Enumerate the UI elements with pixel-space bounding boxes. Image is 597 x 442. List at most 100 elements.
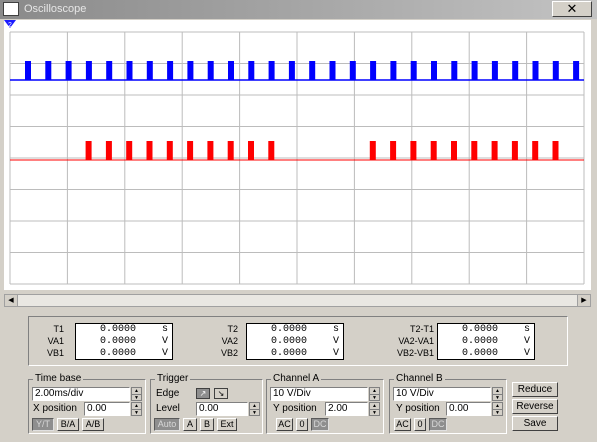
channel-a-pulse	[451, 61, 458, 80]
yt-button[interactable]: Y/T	[32, 418, 54, 431]
channel-b-pulse	[552, 141, 559, 160]
channel-a-pulse	[167, 61, 174, 80]
channel-b-zero-button[interactable]: 0	[414, 418, 426, 431]
timebase-select[interactable]: 2.00ms/div	[32, 387, 130, 401]
channel-a-dc-button[interactable]: DC	[311, 418, 329, 431]
label-vb2-vb1: VB2-VB1	[396, 348, 434, 358]
channel-b-pulse	[268, 141, 275, 160]
cursor-label: 2	[8, 22, 12, 29]
spin-down-icon[interactable]: ▼	[370, 409, 379, 416]
trigger-title: Trigger	[155, 373, 191, 385]
channel-a-pulse	[512, 61, 519, 80]
spin-down-icon[interactable]: ▼	[493, 409, 502, 416]
channel-b-pulse	[430, 141, 437, 160]
channel-a-title: Channel A	[271, 373, 322, 385]
t2-t1-value: 0.0000	[462, 324, 499, 335]
level-label: Level	[156, 403, 180, 414]
vb1-unit: V	[161, 348, 168, 359]
vb2-vb1-value: 0.0000	[462, 348, 499, 359]
ab-button[interactable]: A/B	[82, 418, 104, 431]
app-icon	[3, 2, 19, 16]
reverse-button[interactable]: Reverse	[512, 399, 558, 414]
horizontal-scrollbar[interactable]: ◀ ▶	[4, 294, 591, 307]
channel-b-scale-spinner[interactable]: ▲ ▼	[492, 387, 503, 401]
scroll-right-icon[interactable]: ▶	[577, 295, 590, 306]
level-input[interactable]: 0.00	[196, 402, 248, 416]
channel-a-ac-button[interactable]: AC	[276, 418, 293, 431]
channel-a-pulse	[207, 61, 214, 80]
channel-b-pulse	[166, 141, 173, 160]
channel-b-pulse	[85, 141, 92, 160]
trigger-ext-button[interactable]: Ext	[217, 418, 237, 431]
label-vb1: VB1	[46, 348, 64, 358]
xpos-input[interactable]: 0.00	[84, 402, 130, 416]
channel-a-ypos-input[interactable]: 2.00	[325, 402, 368, 416]
ba-button[interactable]: B/A	[57, 418, 79, 431]
trigger-a-button[interactable]: A	[183, 418, 197, 431]
label-t2-t1: T2-T1	[409, 324, 434, 334]
timebase-group: Time base 2.00ms/div ▲ ▼ X position 0.00 …	[28, 373, 146, 434]
t1-unit: s	[161, 324, 168, 335]
channel-b-pulse	[471, 141, 478, 160]
channel-a-pulse	[45, 61, 52, 80]
channel-b-pulse	[248, 141, 254, 160]
trigger-b-button[interactable]: B	[200, 418, 214, 431]
channel-a-scale-spinner[interactable]: ▲ ▼	[369, 387, 380, 401]
channel-b-scale-select[interactable]: 10 V/Div	[393, 387, 491, 401]
channel-a-ypos-spinner[interactable]: ▲ ▼	[369, 402, 380, 416]
channel-a-zero-button[interactable]: 0	[296, 418, 308, 431]
channel-a-pulse	[309, 61, 316, 80]
readout-box-2: 0.0000 s 0.0000 V 0.0000 V	[246, 323, 344, 360]
channel-a-pulse	[329, 61, 336, 80]
t1-value: 0.0000	[100, 324, 137, 335]
edge-label: Edge	[156, 388, 180, 399]
spin-down-icon[interactable]: ▼	[250, 409, 259, 416]
channel-b-ac-button[interactable]: AC	[394, 418, 411, 431]
label-t2: T2	[227, 324, 238, 334]
channel-b-pulse	[390, 141, 397, 160]
label-vb2: VB2	[220, 348, 238, 358]
channel-a-pulse	[390, 61, 397, 80]
xpos-label: X position	[33, 403, 77, 414]
channel-a-pulse	[85, 61, 92, 80]
channel-a-pulse	[471, 61, 478, 80]
vb2-unit: V	[332, 348, 339, 359]
channel-a-pulse	[146, 61, 153, 80]
scroll-left-icon[interactable]: ◀	[5, 295, 18, 306]
vb2-vb1-unit: V	[523, 348, 530, 359]
channel-a-pulse	[65, 61, 72, 80]
channel-a-pulse	[491, 61, 498, 80]
channel-a-pulse	[370, 61, 377, 80]
save-button[interactable]: Save	[512, 416, 558, 431]
channel-b-pulse	[451, 141, 457, 160]
spin-down-icon[interactable]: ▼	[132, 409, 141, 416]
channel-a-scale-select[interactable]: 10 V/Div	[270, 387, 368, 401]
label-t1: T1	[53, 324, 64, 334]
close-button[interactable]: ✕	[552, 1, 592, 17]
va1-unit: V	[161, 336, 168, 347]
xpos-spinner[interactable]: ▲ ▼	[131, 402, 142, 416]
spin-down-icon[interactable]: ▼	[132, 394, 141, 401]
level-spinner[interactable]: ▲ ▼	[249, 402, 260, 416]
channel-b-dc-button[interactable]: DC	[429, 418, 447, 431]
spin-down-icon[interactable]: ▼	[370, 394, 379, 401]
timebase-spinner[interactable]: ▲ ▼	[131, 387, 142, 401]
vb1-value: 0.0000	[100, 348, 137, 359]
falling-edge-icon[interactable]: ↘	[214, 388, 228, 399]
channel-b-pulse	[491, 141, 498, 160]
reduce-button[interactable]: Reduce	[512, 382, 558, 397]
spin-down-icon[interactable]: ▼	[493, 394, 502, 401]
va2-unit: V	[332, 336, 339, 347]
auto-button[interactable]: Auto	[154, 418, 180, 431]
va1-value: 0.0000	[100, 336, 137, 347]
channel-b-ypos-spinner[interactable]: ▲ ▼	[492, 402, 503, 416]
channel-b-ypos-input[interactable]: 0.00	[446, 402, 491, 416]
va2-va1-value: 0.0000	[462, 336, 499, 347]
channel-a-pulse	[25, 61, 31, 80]
rising-edge-icon[interactable]: ↗	[196, 388, 210, 399]
title-bar: Oscilloscope ✕	[0, 0, 597, 19]
t2-unit: s	[332, 324, 339, 335]
channel-a-pulse	[573, 61, 580, 80]
channel-b-pulse	[126, 141, 133, 160]
channel-a-pulse	[106, 61, 113, 80]
